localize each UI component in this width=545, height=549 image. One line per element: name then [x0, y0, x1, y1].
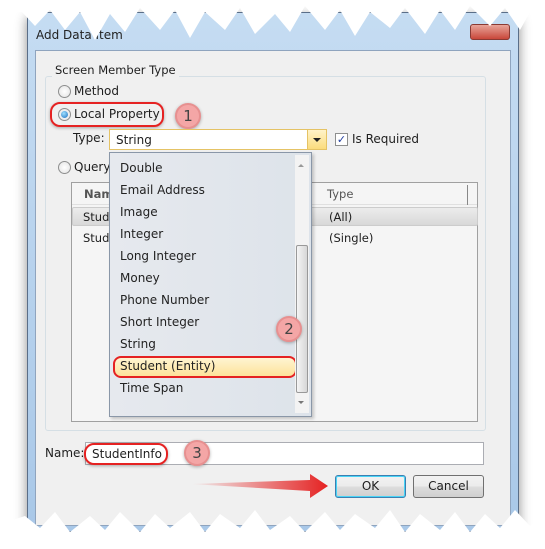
grid-header-type[interactable]: Type: [327, 187, 353, 201]
chevron-down-icon[interactable]: [307, 130, 326, 149]
type-combobox[interactable]: String: [109, 129, 327, 150]
dropdown-item-student-entity[interactable]: Student (Entity): [120, 359, 215, 373]
query-label: Query: [74, 160, 111, 174]
dropdown-item-money[interactable]: Money: [120, 271, 160, 285]
is-required-label: Is Required: [352, 132, 420, 146]
callout-1: 1: [175, 103, 201, 129]
dropdown-item-image[interactable]: Image: [120, 205, 158, 219]
type-dropdown-list[interactable]: Double Email Address Image Integer Long …: [109, 152, 312, 417]
method-radio[interactable]: [58, 85, 71, 98]
dropdown-item-string[interactable]: String: [120, 337, 156, 351]
arrow-annotation: [190, 474, 328, 498]
callout-3: 3: [184, 440, 210, 466]
highlight-local-property: [50, 102, 164, 127]
torn-edge-top: [0, 0, 545, 40]
scroll-down-icon[interactable]: [298, 401, 304, 407]
dropdown-item-long-integer[interactable]: Long Integer: [120, 249, 196, 263]
dropdown-item-double[interactable]: Double: [120, 161, 163, 175]
scroll-up-icon[interactable]: [298, 161, 304, 167]
type-label: Type:: [73, 131, 105, 145]
row-type: (Single): [329, 231, 374, 245]
dropdown-item-email-address[interactable]: Email Address: [120, 183, 205, 197]
ok-button[interactable]: OK: [335, 475, 406, 498]
dropdown-item-short-integer[interactable]: Short Integer: [120, 315, 199, 329]
method-label: Method: [74, 84, 120, 98]
dropdown-item-integer[interactable]: Integer: [120, 227, 163, 241]
query-radio[interactable]: [58, 161, 71, 174]
row-type: (All): [329, 210, 353, 224]
dropdown-scrollbar[interactable]: [295, 155, 309, 413]
name-label: Name:: [45, 446, 85, 460]
cancel-button[interactable]: Cancel: [413, 475, 484, 498]
dropdown-item-time-span[interactable]: Time Span: [120, 381, 183, 395]
callout-2: 2: [276, 316, 302, 342]
is-required-checkbox[interactable]: ✓: [335, 133, 348, 146]
torn-edge-bottom: [0, 510, 545, 549]
highlight-name: [84, 443, 168, 465]
type-combobox-value: String: [116, 133, 152, 147]
dropdown-item-phone-number[interactable]: Phone Number: [120, 293, 209, 307]
group-label: Screen Member Type: [52, 63, 179, 77]
column-divider[interactable]: [467, 185, 468, 205]
